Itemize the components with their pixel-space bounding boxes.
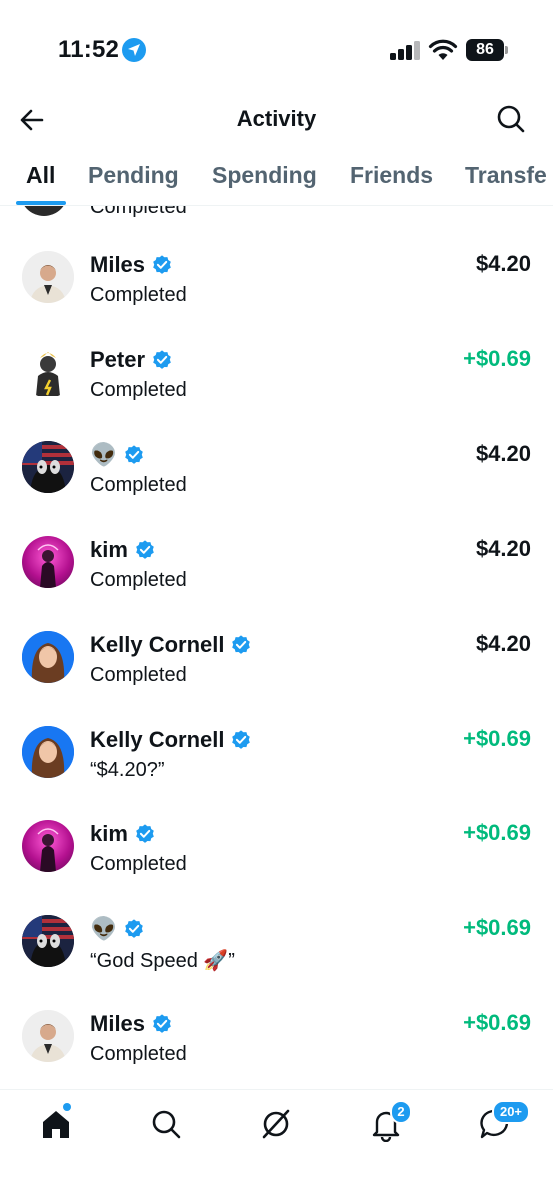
transaction-row[interactable]: 👽 “God Speed 🚀” +$0.69 xyxy=(0,901,553,996)
tab-friends[interactable]: Friends xyxy=(350,162,433,189)
transaction-status: Completed xyxy=(90,284,187,306)
avatar[interactable] xyxy=(22,1010,74,1062)
transaction-status: Completed xyxy=(90,206,187,218)
verified-badge-icon xyxy=(153,255,171,274)
transaction-row[interactable]: Miles Completed $4.20 xyxy=(0,237,553,332)
tab-transfers[interactable]: Transfe xyxy=(465,162,547,189)
transaction-amount: $4.20 xyxy=(475,441,531,466)
avatar[interactable] xyxy=(22,251,74,303)
home-icon[interactable] xyxy=(38,1103,74,1142)
tab-bar: All Pending Spending Friends Transfe xyxy=(0,150,553,206)
user-name[interactable]: Kelly Cornell xyxy=(90,632,224,658)
tab-all[interactable]: All xyxy=(26,162,55,189)
transaction-note: “God Speed 🚀” xyxy=(90,950,235,972)
messages-badge: 20+ xyxy=(492,1100,530,1124)
verified-badge-icon xyxy=(232,730,251,749)
user-name[interactable]: kim xyxy=(90,537,128,563)
avatar[interactable] xyxy=(22,631,74,683)
notifications-icon[interactable]: 2 xyxy=(368,1100,412,1143)
transaction-amount: +$0.69 xyxy=(463,726,531,751)
transaction-row[interactable]: kim Completed +$0.69 xyxy=(0,806,553,901)
avatar[interactable] xyxy=(22,346,74,398)
header: Activity xyxy=(0,96,553,142)
transaction-row[interactable]: Kelly Cornell “$4.20?” +$0.69 xyxy=(0,712,553,807)
transaction-amount: $4.20 xyxy=(475,536,531,561)
transaction-status: Completed xyxy=(90,664,187,686)
avatar[interactable] xyxy=(22,536,74,588)
transaction-row[interactable]: Peter Completed +$0.69 xyxy=(0,332,553,427)
user-name[interactable]: Miles xyxy=(90,252,145,278)
verified-badge-icon xyxy=(125,919,144,938)
user-name[interactable]: 👽 xyxy=(90,916,117,942)
tab-spending[interactable]: Spending xyxy=(212,162,317,189)
active-tab-indicator xyxy=(16,201,66,205)
avatar[interactable] xyxy=(22,441,74,493)
transaction-status: Completed xyxy=(90,853,187,875)
bottom-nav: 2 20+ xyxy=(0,1089,553,1200)
transaction-row[interactable]: Kelly Cornell Completed $4.20 xyxy=(0,617,553,712)
page-title: Activity xyxy=(236,106,317,131)
tab-pending[interactable]: Pending xyxy=(88,162,179,189)
transaction-status: Completed xyxy=(90,379,187,401)
avatar[interactable] xyxy=(22,726,74,778)
verified-badge-icon xyxy=(125,445,144,464)
transaction-note: “$4.20?” xyxy=(90,759,165,781)
transaction-status: Completed xyxy=(90,474,187,496)
transaction-status: Completed xyxy=(90,569,187,591)
battery-indicator: 86 xyxy=(466,39,504,61)
transaction-amount: $4.20 xyxy=(475,631,531,656)
verified-badge-icon xyxy=(153,1014,171,1033)
search-icon[interactable] xyxy=(496,104,526,134)
messages-icon[interactable]: 20+ xyxy=(478,1100,530,1142)
search-icon[interactable] xyxy=(148,1106,184,1142)
partial-list-item: Completed xyxy=(0,206,553,220)
verified-badge-icon xyxy=(136,540,154,559)
transaction-row[interactable]: Miles Completed +$0.69 xyxy=(0,996,553,1091)
transaction-amount: +$0.69 xyxy=(463,346,531,371)
notifications-badge: 2 xyxy=(390,1100,412,1124)
verified-badge-icon xyxy=(153,350,171,369)
transaction-amount: +$0.69 xyxy=(463,1010,531,1035)
cellular-signal-icon xyxy=(390,41,422,60)
user-name[interactable]: Peter xyxy=(90,347,145,373)
user-name[interactable]: 👽 xyxy=(90,442,117,468)
grok-icon[interactable] xyxy=(258,1106,294,1142)
location-arrow-icon xyxy=(122,38,146,62)
status-time: 11:52 xyxy=(58,36,120,63)
user-name[interactable]: kim xyxy=(90,821,128,847)
user-name[interactable]: Miles xyxy=(90,1011,145,1037)
transaction-status: Completed xyxy=(90,1043,187,1065)
home-unread-dot xyxy=(63,1103,71,1111)
status-bar: 11:52 86 xyxy=(0,0,553,100)
avatar[interactable] xyxy=(22,820,74,872)
avatar xyxy=(20,206,68,216)
verified-badge-icon xyxy=(232,635,251,654)
battery-tip xyxy=(505,46,508,54)
avatar[interactable] xyxy=(22,915,74,967)
transaction-row[interactable]: kim Completed $4.20 xyxy=(0,522,553,617)
transaction-amount: +$0.69 xyxy=(463,820,531,845)
transaction-row[interactable]: 👽 Completed $4.20 xyxy=(0,427,553,522)
transaction-amount: $4.20 xyxy=(475,251,531,276)
user-name[interactable]: Kelly Cornell xyxy=(90,727,224,753)
verified-badge-icon xyxy=(136,824,154,843)
wifi-icon xyxy=(428,39,458,60)
transaction-amount: +$0.69 xyxy=(463,915,531,940)
